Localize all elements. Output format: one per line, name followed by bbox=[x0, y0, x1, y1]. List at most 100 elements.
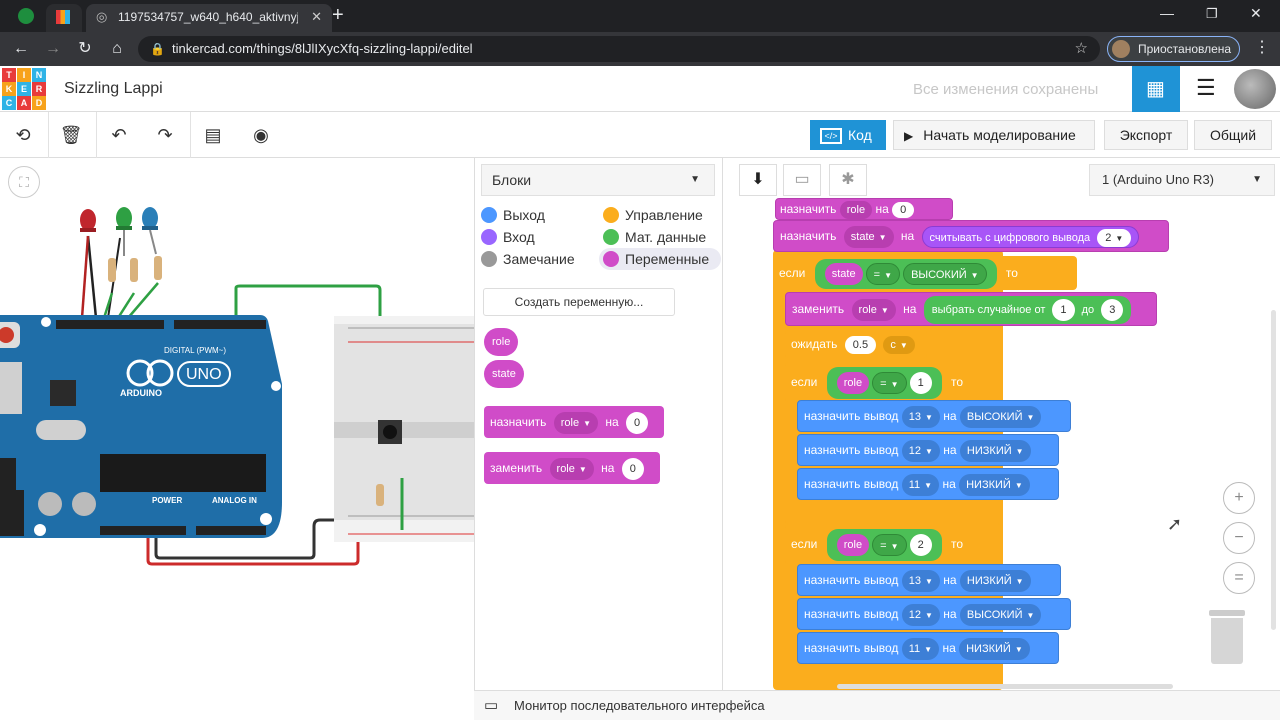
if-role-2-block[interactable]: если role = ▼ 2 то bbox=[785, 524, 1001, 564]
vertical-scrollbar[interactable] bbox=[1271, 310, 1276, 630]
wait-value-input[interactable]: 0.5 bbox=[844, 335, 877, 354]
eye-icon[interactable]: ◉ bbox=[248, 122, 274, 148]
category-control[interactable]: Управление bbox=[603, 204, 703, 226]
variable-dropdown[interactable]: role ▼ bbox=[549, 457, 594, 480]
random-block[interactable]: выбрать случайное от 1 до 3 bbox=[923, 295, 1132, 324]
forward-icon[interactable]: → bbox=[42, 38, 64, 60]
variable-dropdown[interactable]: role ▼ bbox=[553, 411, 599, 434]
browser-extension-icon[interactable] bbox=[18, 8, 34, 24]
category-input[interactable]: Вход bbox=[481, 226, 535, 248]
set-pin-block[interactable]: назначить вывод 13 ▼ на ВЫСОКИЙ ▼ bbox=[797, 400, 1071, 432]
trash-can-icon[interactable] bbox=[1209, 610, 1245, 664]
if-state-block[interactable]: если state = ▼ ВЫСОКИЙ ▼ то bbox=[773, 256, 1077, 290]
pin-dropdown[interactable]: 2 ▼ bbox=[1097, 228, 1132, 247]
set-pin-block[interactable]: назначить вывод 12 ▼ на НИЗКИЙ ▼ bbox=[797, 434, 1059, 466]
unit-dropdown[interactable]: с ▼ bbox=[883, 335, 915, 354]
zoom-in-button[interactable]: + bbox=[1223, 482, 1255, 514]
level-dropdown[interactable]: НИЗКИЙ ▼ bbox=[959, 439, 1031, 462]
reload-icon[interactable]: ↻ bbox=[74, 38, 96, 60]
list-view-button[interactable]: ☰ bbox=[1184, 66, 1230, 112]
operator-dropdown[interactable]: = ▼ bbox=[872, 371, 907, 394]
category-variables[interactable]: Переменные bbox=[599, 248, 721, 270]
bookmark-star-icon[interactable]: ☆ bbox=[1075, 36, 1088, 62]
circuit-view-button[interactable]: ▦ bbox=[1132, 66, 1180, 112]
set-role-block-partial[interactable]: назначить role на 0 bbox=[775, 198, 953, 220]
horizontal-scrollbar[interactable] bbox=[837, 684, 1173, 689]
compare-block[interactable]: role = ▼ 1 bbox=[826, 366, 942, 399]
create-variable-button[interactable]: Создать переменную... bbox=[483, 288, 675, 316]
debug-button[interactable]: ✱ bbox=[829, 164, 867, 196]
level-dropdown[interactable]: ВЫСОКИЙ ▼ bbox=[959, 405, 1042, 428]
profile-button[interactable]: Приостановлена bbox=[1107, 36, 1240, 62]
level-dropdown[interactable]: ВЫСОКИЙ ▼ bbox=[903, 262, 987, 285]
notes-icon[interactable]: ▤ bbox=[200, 122, 226, 148]
project-title[interactable]: Sizzling Lappi bbox=[64, 80, 163, 98]
minimize-icon[interactable]: — bbox=[1160, 5, 1174, 21]
zoom-reset-button[interactable]: = bbox=[1223, 562, 1255, 594]
wait-block[interactable]: ожидать 0.5 с ▼ bbox=[785, 330, 927, 358]
rotate-icon[interactable]: ⟲ bbox=[10, 122, 36, 148]
value-input[interactable]: 0 bbox=[626, 411, 649, 434]
new-tab-button[interactable]: + bbox=[332, 4, 344, 27]
set-state-block[interactable]: назначить state ▼ на считывать с цифровог… bbox=[773, 220, 1169, 252]
category-output[interactable]: Выход bbox=[481, 204, 545, 226]
category-math[interactable]: Мат. данные bbox=[603, 226, 706, 248]
variable-state[interactable]: state bbox=[484, 360, 524, 388]
variable-dropdown[interactable]: role ▼ bbox=[851, 298, 896, 321]
variable-dropdown[interactable]: role bbox=[839, 200, 873, 219]
compare-value-input[interactable]: 2 bbox=[909, 533, 932, 556]
menu-icon[interactable]: ⋮ bbox=[1254, 37, 1270, 57]
operator-dropdown[interactable]: = ▼ bbox=[872, 533, 907, 556]
pin-dropdown[interactable]: 13 ▼ bbox=[901, 405, 940, 428]
level-dropdown[interactable]: НИЗКИЙ ▼ bbox=[959, 569, 1031, 592]
set-pin-block[interactable]: назначить вывод 11 ▼ на НИЗКИЙ ▼ bbox=[797, 632, 1059, 664]
level-dropdown[interactable]: НИЗКИЙ ▼ bbox=[959, 637, 1030, 660]
set-pin-block[interactable]: назначить вывод 13 ▼ на НИЗКИЙ ▼ bbox=[797, 564, 1061, 596]
user-avatar[interactable] bbox=[1234, 69, 1276, 109]
set-pin-block[interactable]: назначить вывод 12 ▼ на ВЫСОКИЙ ▼ bbox=[797, 598, 1071, 630]
download-button[interactable]: ⬇ bbox=[739, 164, 777, 196]
random-from-input[interactable]: 1 bbox=[1052, 298, 1075, 321]
pin-dropdown[interactable]: 11 ▼ bbox=[901, 637, 940, 660]
url-field[interactable]: 🔒 tinkercad.com/things/8lJlIXycXfq-sizzl… bbox=[138, 36, 1100, 62]
compare-block[interactable]: state = ▼ ВЫСОКИЙ ▼ bbox=[814, 258, 997, 289]
close-window-icon[interactable]: ✕ bbox=[1250, 5, 1262, 22]
device-select[interactable]: 1 (Arduino Uno R3) ▼ bbox=[1089, 164, 1275, 196]
upload-button[interactable]: ▭ bbox=[783, 164, 821, 196]
change-role-block[interactable]: заменить role ▼ на выбрать случайное от 1… bbox=[785, 292, 1157, 326]
redo-icon[interactable]: ↷ bbox=[152, 122, 178, 148]
level-dropdown[interactable]: ВЫСОКИЙ ▼ bbox=[959, 603, 1042, 626]
variable-role[interactable]: role bbox=[484, 328, 519, 356]
variable-pill[interactable]: role bbox=[836, 371, 870, 394]
undo-icon[interactable]: ↶ bbox=[106, 122, 132, 148]
value-input[interactable]: 0 bbox=[621, 457, 644, 480]
tinkercad-logo[interactable]: T I N K E R C A D bbox=[2, 68, 46, 110]
random-to-input[interactable]: 3 bbox=[1101, 298, 1124, 321]
restore-icon[interactable]: ❐ bbox=[1206, 6, 1218, 22]
code-workspace[interactable]: ⬇ ▭ ✱ 1 (Arduino Uno R3) ▼ назначить rol… bbox=[722, 158, 1280, 690]
zoom-out-button[interactable]: − bbox=[1223, 522, 1255, 554]
variable-pill[interactable]: role bbox=[836, 533, 870, 556]
pin-dropdown[interactable]: 13 ▼ bbox=[901, 569, 940, 592]
if-role-1-block[interactable]: если role = ▼ 1 то bbox=[785, 362, 1001, 402]
pin-dropdown[interactable]: 12 ▼ bbox=[901, 603, 940, 626]
variable-pill[interactable]: state bbox=[824, 262, 863, 285]
pin-dropdown[interactable]: 11 ▼ bbox=[901, 473, 940, 496]
tab-active[interactable]: ◎ 1197534757_w640_h640_aktivnyj ✕ bbox=[86, 4, 332, 32]
operator-dropdown[interactable]: = ▼ bbox=[865, 262, 901, 285]
variable-dropdown[interactable]: state ▼ bbox=[843, 225, 894, 248]
value-input[interactable]: 0 bbox=[892, 201, 915, 218]
compare-value-input[interactable]: 1 bbox=[909, 371, 932, 394]
tab-inactive[interactable] bbox=[46, 4, 82, 32]
level-dropdown[interactable]: НИЗКИЙ ▼ bbox=[959, 473, 1030, 496]
close-tab-icon[interactable]: ✕ bbox=[311, 9, 322, 25]
pin-dropdown[interactable]: 12 ▼ bbox=[901, 439, 940, 462]
circuit-canvas[interactable]: ⛶ ARDUINO UNO DIGITAL (PWM~) POWER ANALO… bbox=[0, 158, 474, 720]
code-button[interactable]: </> Код bbox=[810, 120, 886, 150]
digital-read-block[interactable]: считывать с цифрового вывода 2 ▼ bbox=[921, 225, 1140, 248]
serial-monitor-bar[interactable]: ▭ Монитор последовательного интерфейса bbox=[474, 690, 1280, 720]
set-variable-block[interactable]: назначить role ▼ на 0 bbox=[484, 406, 664, 438]
start-simulation-button[interactable]: ▶ Начать моделирование bbox=[893, 120, 1095, 150]
change-variable-block[interactable]: заменить role ▼ на 0 bbox=[484, 452, 660, 484]
home-icon[interactable]: ⌂ bbox=[106, 38, 128, 60]
